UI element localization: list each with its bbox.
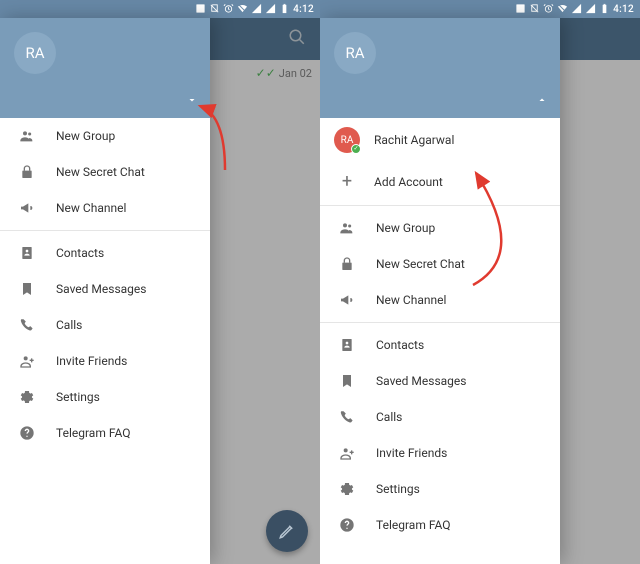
user-avatar[interactable]: RA [14,32,56,74]
menu-new-group[interactable]: New Group [320,210,560,246]
menu-calls[interactable]: Calls [320,399,560,435]
contact-icon [338,337,356,353]
no-sim-icon [529,3,540,14]
add-account-label: Add Account [374,175,443,189]
menu-saved-messages[interactable]: Saved Messages [320,363,560,399]
menu-label: Contacts [56,246,192,260]
group-icon [18,128,36,144]
menu-faq[interactable]: Telegram FAQ [320,507,560,543]
menu-calls[interactable]: Calls [0,307,210,343]
menu-label: Telegram FAQ [56,426,192,440]
divider [320,322,560,323]
add-account[interactable]: + Add Account [320,162,560,201]
phone-icon [18,317,36,333]
signal-icon [251,3,262,14]
menu-contacts[interactable]: Contacts [320,327,560,363]
battery-icon [599,3,610,14]
plus-icon: + [334,171,360,192]
invite-icon [18,353,36,369]
menu-new-group[interactable]: New Group [0,118,210,154]
menu-label: Settings [376,482,542,496]
lock-icon [338,256,356,272]
menu-label: Telegram FAQ [376,518,542,532]
megaphone-icon [338,292,356,308]
menu-label: Invite Friends [56,354,192,368]
divider [320,205,560,206]
navigation-drawer: RA New Group New Secret Chat New Channel… [0,18,210,564]
battery-icon [279,3,290,14]
status-time: 4:12 [293,4,314,15]
menu-label: New Secret Chat [376,257,542,271]
divider [0,230,210,231]
accounts-toggle-collapsed[interactable] [186,91,198,110]
alarm-icon [543,3,554,14]
menu-label: New Group [56,129,192,143]
navigation-drawer: RA RA Rachit Agarwal + Add Account New G… [320,18,560,564]
signal-icon [265,3,276,14]
megaphone-icon [18,200,36,216]
account-name: Rachit Agarwal [374,133,454,147]
menu-faq[interactable]: Telegram FAQ [0,415,210,451]
screenshot-right: 4:12 RA RA Rachit Agarwal + Add Account [320,0,640,564]
menu-label: New Secret Chat [56,165,192,179]
menu-label: Saved Messages [376,374,542,388]
lock-icon [18,164,36,180]
picture-icon [195,3,206,14]
menu-label: Saved Messages [56,282,192,296]
picture-icon [515,3,526,14]
bookmark-icon [338,373,356,389]
menu-invite-friends[interactable]: Invite Friends [0,343,210,379]
menu-label: Settings [56,390,192,404]
menu-invite-friends[interactable]: Invite Friends [320,435,560,471]
drawer-header: RA [0,18,210,118]
menu-label: Calls [376,410,542,424]
phone-icon [338,409,356,425]
menu-new-channel[interactable]: New Channel [320,282,560,318]
menu-label: Invite Friends [376,446,542,460]
drawer-header: RA [320,18,560,118]
menu-new-channel[interactable]: New Channel [0,190,210,226]
invite-icon [338,445,356,461]
status-bar: 4:12 [0,0,320,18]
status-time: 4:12 [613,4,634,15]
menu-new-secret-chat[interactable]: New Secret Chat [0,154,210,190]
menu-new-secret-chat[interactable]: New Secret Chat [320,246,560,282]
group-icon [338,220,356,236]
menu-label: New Channel [56,201,192,215]
active-check-icon [351,144,361,154]
status-bar: 4:12 [320,0,640,18]
account-avatar: RA [334,127,360,153]
drawer-body: RA Rachit Agarwal + Add Account New Grou… [320,118,560,564]
help-icon [18,425,36,441]
bookmark-icon [18,281,36,297]
no-sim-icon [209,3,220,14]
help-icon [338,517,356,533]
menu-contacts[interactable]: Contacts [0,235,210,271]
compose-fab[interactable] [266,510,308,552]
accounts-toggle-expanded[interactable] [536,91,548,110]
wifi-off-icon [557,3,568,14]
menu-label: Calls [56,318,192,332]
menu-label: New Channel [376,293,542,307]
gear-icon [18,389,36,405]
menu-label: New Group [376,221,542,235]
screenshot-left: 4:12 ✓✓ Jan 02 RA New Group New Secret C… [0,0,320,564]
contact-icon [18,245,36,261]
gear-icon [338,481,356,497]
signal-icon [571,3,582,14]
signal-icon [585,3,596,14]
user-avatar[interactable]: RA [334,32,376,74]
account-current[interactable]: RA Rachit Agarwal [320,118,560,162]
menu-saved-messages[interactable]: Saved Messages [0,271,210,307]
alarm-icon [223,3,234,14]
drawer-body: New Group New Secret Chat New Channel Co… [0,118,210,564]
menu-label: Contacts [376,338,542,352]
menu-settings[interactable]: Settings [0,379,210,415]
menu-settings[interactable]: Settings [320,471,560,507]
wifi-off-icon [237,3,248,14]
